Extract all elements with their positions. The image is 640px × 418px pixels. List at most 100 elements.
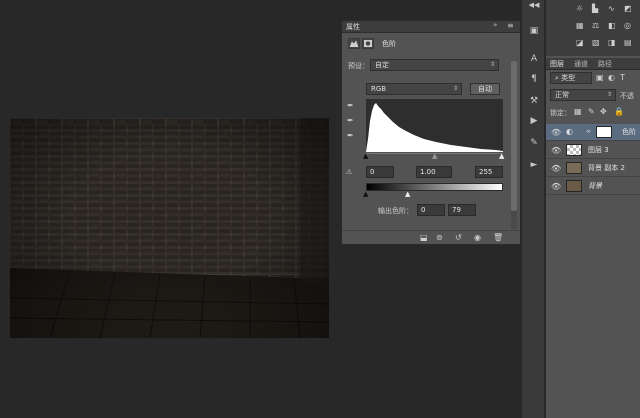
eye-icon[interactable]: 👁 [551,182,561,191]
paragraph-panel-icon[interactable]: ¶ [522,74,546,84]
layer-name: 色阶 [622,128,636,136]
properties-tab[interactable]: 属性 [346,22,360,32]
invert-icon[interactable]: ◪ [576,38,584,47]
layer-thumbnail [566,144,582,156]
collapse-panels-icon[interactable]: ◀◀ [522,1,546,9]
layers-panel: ☼ ▙ ∿ ◩ ▦ ⚖ ◧ ◎ ◪ ▧ ◨ ▤ 图层 通道 路径 ⌕ 类型 ▣ … [546,0,640,418]
preset-label: 预设： [348,62,369,70]
posterize-icon[interactable]: ▧ [592,38,600,47]
output-black-field[interactable]: 0 [417,204,445,216]
histogram-panel-icon[interactable]: ▣ [522,26,546,36]
histogram-graph [366,103,503,152]
output-white-slider[interactable]: ▲ [405,190,410,198]
blend-mode-dropdown[interactable]: 正常 ⇕ [550,89,616,101]
clip-to-layer-icon[interactable]: ⬓ [420,233,428,242]
photo-filter-icon[interactable]: ◎ [624,21,631,30]
layer-mask-thumbnail[interactable] [596,126,612,138]
tab-paths[interactable]: 路径 [598,59,612,69]
layer-row-background[interactable]: 👁 背景 [546,178,640,195]
color-balance-icon[interactable]: ⚖ [592,21,599,30]
properties-panel: 属性 » ≡ 色阶 预设： 自定 ⇕ RGB ⇕ 自动 ✒ ✒ ✒ ▲ ▲ ▲ … [341,20,521,245]
view-previous-state-icon[interactable]: ⊚ [436,233,443,242]
layer-thumbnail [566,162,582,174]
levels-icon[interactable]: ▙ [592,4,598,13]
character-panel-icon[interactable]: A [522,54,546,64]
properties-scrollbar[interactable] [511,61,517,229]
brush-panel-icon[interactable]: ✎ [522,138,546,148]
channel-value: RGB [371,85,387,93]
dropdown-arrow-icon: ⇕ [452,85,458,92]
properties-header: 属性 » ≡ [342,21,520,33]
gradient-map-icon[interactable]: ▤ [624,38,632,47]
input-gamma-slider[interactable]: ▲ [432,152,437,160]
layer-row-levels[interactable]: 👁 ◐ ∞ 色阶 [546,124,640,141]
blend-mode-value: 正常 [555,91,569,99]
eye-icon[interactable]: 👁 [551,146,561,155]
hue-saturation-icon[interactable]: ▦ [576,21,584,30]
eye-icon[interactable]: 👁 [551,128,561,137]
output-levels-label: 输出色阶： [378,207,413,215]
tab-layers[interactable]: 图层 [550,59,564,69]
scrollbar-thumb[interactable] [511,61,517,211]
layer-filter-value: 类型 [561,74,576,82]
panel-title: 色阶 [382,40,396,48]
layer-thumbnail [566,180,582,192]
double-chevron-right-icon[interactable]: » [493,21,497,29]
tool-presets-icon[interactable]: ⚒ [522,96,546,106]
exposure-icon[interactable]: ◩ [624,4,632,13]
lock-move-icon[interactable]: ✥ [600,107,607,116]
layer-row-layer3[interactable]: 👁 图层 3 [546,142,640,159]
layer-filter-dropdown[interactable]: ⌕ 类型 [550,72,592,84]
tab-channels[interactable]: 通道 [574,59,588,69]
play-icon[interactable]: ► [522,160,546,170]
properties-footer: ⬓ ⊚ ↺ ◉ 🗑 [342,230,520,244]
output-gradient-bar [366,183,503,191]
white-eyedropper-icon[interactable]: ✒ [347,131,354,140]
brightness-icon[interactable]: ☼ [576,4,583,13]
layer-name: 背景 [588,182,602,190]
input-white-slider[interactable]: ▲ [499,152,504,160]
levels-adjustment-icon [348,38,360,49]
canvas-image[interactable] [10,118,329,338]
black-eyedropper-icon[interactable]: ✒ [347,101,354,110]
input-gamma-field[interactable]: 1.00 [416,166,452,178]
panel-menu-icon[interactable]: ≡ [507,21,514,30]
adjustment-layer-icon: ◐ [566,127,573,136]
black-white-icon[interactable]: ◧ [608,21,616,30]
lock-label: 锁定： [550,109,571,117]
visibility-eye-icon[interactable]: ◉ [474,233,481,242]
link-icon[interactable]: ∞ [586,128,591,135]
clipping-warning-icon[interactable]: ⚠ [346,168,352,176]
preset-value: 自定 [375,61,389,69]
filter-type-icon[interactable]: T [620,73,625,82]
layer-name: 图层 3 [588,146,609,154]
actions-panel-icon[interactable]: ▶ [522,116,546,126]
input-black-slider[interactable]: ▲ [363,152,368,160]
filter-adjustment-icon[interactable]: ◐ [608,73,615,82]
panel-icon-strip: ◀◀ ▣ A ¶ ⚒ ▶ ✎ ► [521,0,545,418]
filter-pixel-icon[interactable]: ▣ [596,73,604,82]
delete-icon[interactable]: 🗑 [493,233,503,242]
dropdown-arrow-icon: ⇕ [489,61,495,68]
eye-icon[interactable]: 👁 [551,164,561,173]
input-black-field[interactable]: 0 [366,166,394,178]
channel-dropdown[interactable]: RGB ⇕ [366,83,462,95]
curves-icon[interactable]: ∿ [608,4,615,13]
brick-wall-floor-image [10,118,329,338]
gray-eyedropper-icon[interactable]: ✒ [347,116,354,125]
reset-icon[interactable]: ↺ [455,233,462,242]
auto-button[interactable]: 自动 [470,83,500,95]
lock-all-icon[interactable]: 🔒 [614,107,624,116]
threshold-icon[interactable]: ◨ [608,38,616,47]
dropdown-arrow-icon: ⇕ [606,91,612,98]
search-icon: ⌕ [555,74,559,82]
preset-dropdown[interactable]: 自定 ⇕ [370,59,499,71]
mask-icon[interactable] [362,38,374,49]
input-white-field[interactable]: 255 [475,166,503,178]
lock-transparent-icon[interactable]: ▦ [574,107,582,116]
layer-row-background-copy2[interactable]: 👁 背景 副本 2 [546,160,640,177]
output-white-field[interactable]: 79 [448,204,476,216]
output-black-slider[interactable]: ▲ [363,190,368,198]
layers-tabbar: 图层 通道 路径 [546,58,640,70]
lock-paint-icon[interactable]: ✎ [588,107,595,116]
